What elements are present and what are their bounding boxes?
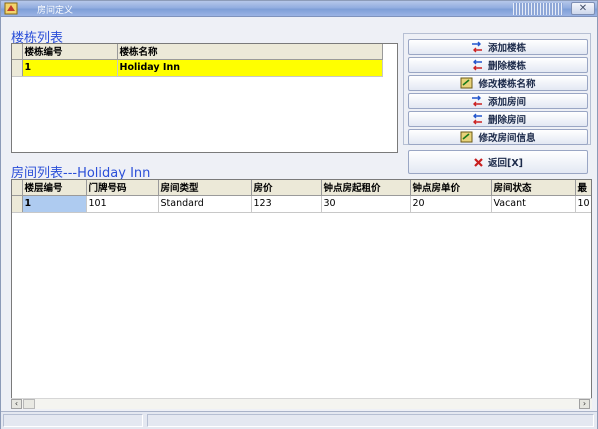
column-header[interactable]: 门牌号码: [86, 180, 159, 196]
rooms-header-row: 楼层编号 门牌号码 房间类型 房价 钟点房起租价 钟点房单价 房间状态 最: [12, 180, 591, 196]
delete-arrows-icon: [472, 59, 482, 71]
scroll-left-button[interactable]: ‹: [11, 399, 22, 409]
room-status-cell[interactable]: Vacant: [491, 195, 576, 213]
building-name-cell[interactable]: Holiday Inn: [117, 59, 383, 77]
add-building-button[interactable]: 添加楼栋: [408, 39, 588, 55]
delete-building-button[interactable]: 删除楼栋: [408, 57, 588, 73]
close-button[interactable]: ✕: [571, 2, 595, 15]
edit-room-button[interactable]: 修改房间信息: [408, 129, 588, 145]
return-button[interactable]: 返回[X]: [408, 150, 588, 174]
status-pane: [147, 414, 594, 427]
edit-icon: [460, 131, 473, 143]
room-type-cell[interactable]: Standard: [158, 195, 252, 213]
column-header[interactable]: 房价: [251, 180, 322, 196]
rename-building-label: 修改楼栋名称: [478, 79, 536, 90]
scroll-right-button[interactable]: ›: [579, 399, 590, 409]
close-icon: ✕: [578, 3, 588, 14]
delete-room-label: 删除房间: [487, 115, 526, 126]
rooms-grid[interactable]: 楼层编号 门牌号码 房间类型 房价 钟点房起租价 钟点房单价 房间状态 最 1 …: [11, 179, 592, 398]
building-row[interactable]: 1 Holiday Inn: [12, 59, 383, 77]
row-indicator-header: [12, 44, 23, 60]
row-indicator[interactable]: [12, 59, 23, 77]
delete-building-label: 删除楼栋: [487, 61, 526, 72]
swap-arrows-icon: [471, 95, 482, 107]
add-building-label: 添加楼栋: [487, 43, 526, 54]
add-room-label: 添加房间: [487, 97, 526, 108]
column-header[interactable]: 钟点房起租价: [321, 180, 411, 196]
action-button-panel: 添加楼栋 删除楼栋 修改楼栋名称 添加房间 删除房间 修改房间信息: [403, 33, 591, 145]
column-header[interactable]: 楼栋名称: [117, 44, 383, 60]
add-room-button[interactable]: 添加房间: [408, 93, 588, 109]
return-label: 返回[X]: [487, 158, 523, 169]
column-header[interactable]: 楼层编号: [22, 180, 87, 196]
hourly-start-price-cell[interactable]: 30: [321, 195, 411, 213]
room-row[interactable]: 1 101 Standard 123 30 20 Vacant 10: [12, 195, 591, 213]
delete-arrows-icon: [472, 113, 482, 125]
chevron-right-icon: ›: [582, 399, 587, 408]
status-pane: [3, 414, 143, 427]
buildings-grid[interactable]: 楼栋编号 楼栋名称 1 Holiday Inn: [11, 43, 398, 153]
room-number-cell[interactable]: 101: [86, 195, 159, 213]
edit-icon: [460, 77, 473, 89]
rename-building-button[interactable]: 修改楼栋名称: [408, 75, 588, 91]
window-title: 房间定义: [37, 6, 74, 16]
column-header[interactable]: 房间类型: [158, 180, 252, 196]
price-cell[interactable]: 123: [251, 195, 322, 213]
title-bar-grip: [513, 3, 563, 15]
chevron-left-icon: ‹: [14, 399, 19, 408]
row-indicator[interactable]: [12, 195, 23, 213]
main-window: 房间定义 ✕ 楼栋列表 楼栋编号 楼栋名称 1 Holiday Inn 添加楼栋…: [0, 0, 598, 429]
title-bar[interactable]: 房间定义 ✕: [1, 1, 597, 17]
swap-arrows-icon: [471, 41, 482, 53]
overflow-cell[interactable]: 10: [575, 195, 591, 213]
column-header[interactable]: 楼栋编号: [22, 44, 118, 60]
column-header[interactable]: 钟点房单价: [410, 180, 492, 196]
close-x-icon: [474, 157, 483, 167]
horizontal-scrollbar[interactable]: ‹ ›: [11, 398, 592, 409]
column-header[interactable]: 最: [575, 180, 591, 196]
status-bar: [1, 411, 597, 429]
delete-room-button[interactable]: 删除房间: [408, 111, 588, 127]
hourly-unit-price-cell[interactable]: 20: [410, 195, 492, 213]
building-id-cell[interactable]: 1: [22, 59, 118, 77]
edit-room-label: 修改房间信息: [478, 133, 536, 144]
floor-cell[interactable]: 1: [22, 195, 87, 213]
buildings-header-row: 楼栋编号 楼栋名称: [12, 44, 383, 60]
app-icon: [4, 2, 18, 15]
scroll-thumb[interactable]: [23, 399, 35, 409]
row-indicator-header: [12, 180, 23, 196]
column-header[interactable]: 房间状态: [491, 180, 576, 196]
